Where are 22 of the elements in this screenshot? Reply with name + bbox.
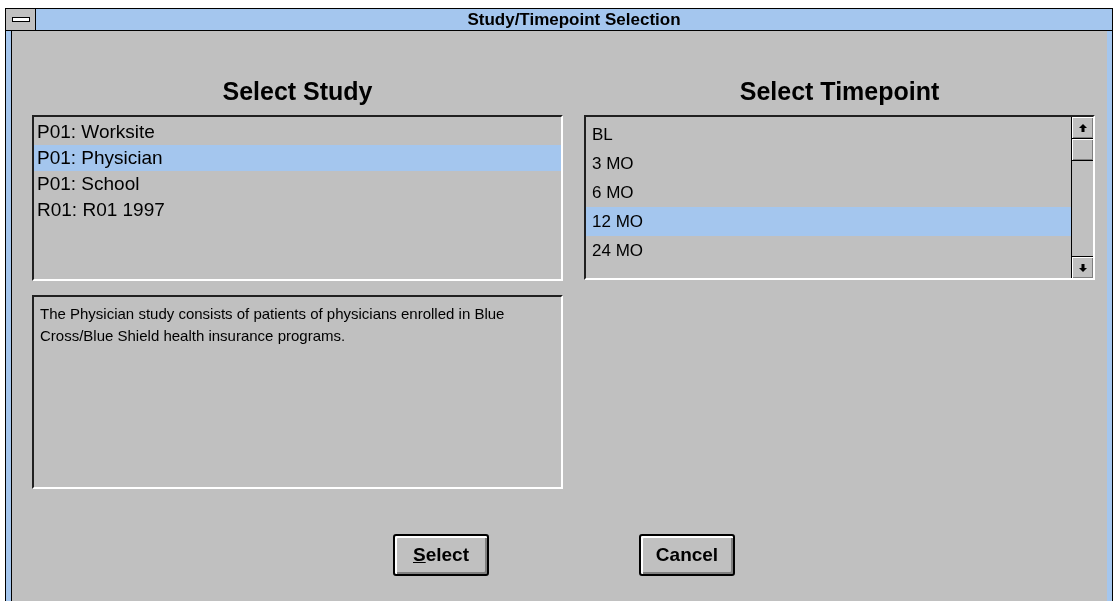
dialog-button[interactable]: Select [393, 534, 489, 576]
study-list-item[interactable]: P01: School [34, 171, 561, 197]
study-heading: Select Study [222, 77, 373, 105]
timepoint-list-item[interactable]: 12 MO [586, 207, 1071, 236]
study-list-item[interactable]: R01: R01 1997 [34, 197, 561, 223]
timepoint-list-item[interactable]: 3 MO [586, 149, 1071, 178]
timepoint-list-item[interactable]: BL [586, 120, 1071, 149]
timepoint-list-item[interactable]: 24 MO [586, 236, 1071, 265]
study-list-item[interactable]: P01: Worksite [34, 119, 561, 145]
study-list[interactable]: P01: Worksite P01: Physician P01: School R01: R01 1997 [32, 115, 563, 281]
scrollbar[interactable] [1071, 117, 1093, 278]
study-description: The Physician study consists of patients of physicians enrolled in Blue Cross/Blue Shield health insurance programs. [40, 304, 506, 346]
timepoint-list[interactable]: BL 3 MO 6 MO 12 MO 24 MO [584, 115, 1095, 280]
study-list-item[interactable]: P01: Physician [34, 145, 561, 171]
system-menu-icon[interactable] [6, 9, 36, 30]
timepoint-list-item[interactable]: 6 MO [586, 178, 1071, 207]
scroll-up-icon[interactable] [1072, 117, 1093, 139]
scroll-thumb[interactable] [1072, 139, 1093, 161]
timepoint-heading: Select Timepoint [739, 77, 940, 105]
window-title: Study/Timepoint Selection [467, 8, 681, 31]
scroll-down-icon[interactable] [1072, 256, 1093, 278]
dialog-button[interactable]: Cancel [639, 534, 735, 576]
